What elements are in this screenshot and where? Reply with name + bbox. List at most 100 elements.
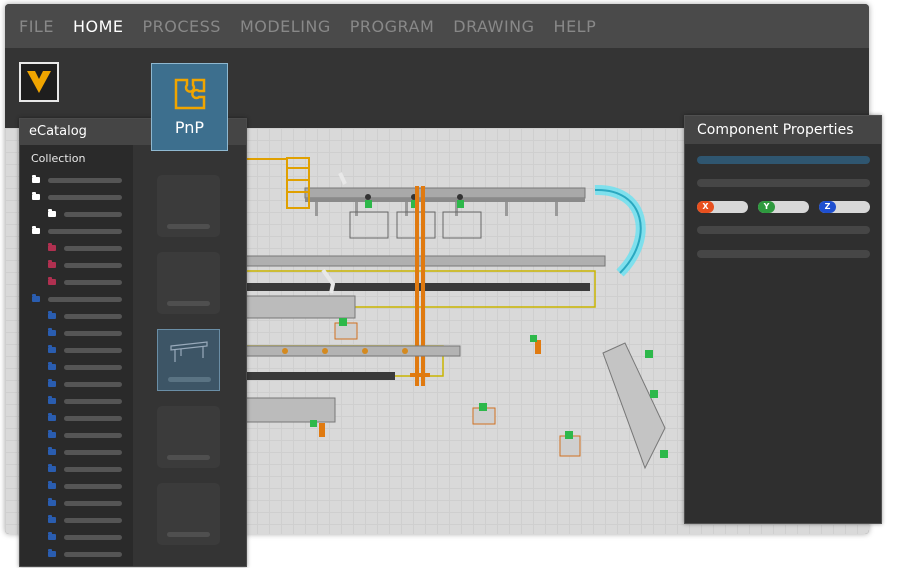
tree-item-label [64,450,122,455]
folder-icon [48,396,56,404]
menu-process[interactable]: PROCESS [143,17,221,36]
folder-icon [48,311,56,319]
pnp-button[interactable]: PnP [151,63,228,151]
tree-item[interactable] [48,345,122,355]
folder-icon [48,243,56,251]
component-properties-panel: Component Properties X Y Z [684,115,882,524]
folder-icon [32,175,40,183]
tree-item-label [64,314,122,319]
property-field[interactable] [697,226,870,234]
folder-icon [48,430,56,438]
tree-item[interactable] [48,311,122,321]
folder-icon [48,277,56,285]
pnp-label: PnP [174,118,205,137]
tree-item-label [64,518,122,523]
tree-item-label [64,399,122,404]
component-tile-label [167,224,210,229]
tree-item[interactable] [48,379,122,389]
tree-item[interactable] [48,396,122,406]
folder-icon [32,192,40,200]
tree-item-label [64,552,122,557]
tree-item-label [64,263,122,268]
tree-item-label [64,365,122,370]
folder-icon [48,515,56,523]
tree-item[interactable] [32,192,122,202]
collection-label: Collection [31,152,86,165]
y-coordinate-field[interactable]: Y [758,201,809,213]
conveyor-icon [170,341,208,362]
menu-drawing[interactable]: DRAWING [453,17,534,36]
ecatalog-panel: eCatalog Collection [19,118,247,567]
menu-program[interactable]: PROGRAM [350,17,434,36]
component-tile-label [167,301,210,306]
folder-icon [48,379,56,387]
property-field[interactable] [697,250,870,258]
folder-icon [48,498,56,506]
component-properties-title: Component Properties [685,116,881,144]
tree-item[interactable] [48,447,122,457]
tree-item[interactable] [48,430,122,440]
z-coordinate-field[interactable]: Z [819,201,870,213]
folder-icon [48,447,56,455]
tree-item-label [64,331,122,336]
folder-icon [32,294,40,302]
collection-tree: Collection [20,145,133,566]
folder-icon [48,481,56,489]
tree-item[interactable] [32,294,122,304]
x-coordinate-field[interactable]: X [697,201,748,213]
component-tile[interactable] [157,252,220,314]
tree-item-label [64,535,122,540]
tree-item-label [64,433,122,438]
menu-file[interactable]: FILE [19,17,54,36]
folder-icon [48,532,56,540]
tree-item[interactable] [48,209,122,219]
folder-icon [48,260,56,268]
folder-icon [48,209,56,217]
component-tile-label [167,455,210,460]
tree-item-label [64,212,122,217]
tree-item-label [64,501,122,506]
component-tile-label [168,377,211,382]
tree-item[interactable] [32,175,122,185]
component-tile-label [167,532,210,537]
component-tile-selected[interactable] [157,329,220,391]
tree-item[interactable] [48,260,122,270]
tree-item-label [48,229,122,234]
tree-item[interactable] [32,226,122,236]
menu-help[interactable]: HELP [554,17,597,36]
tree-item[interactable] [48,515,122,525]
folder-icon [48,549,56,557]
tree-item-label [64,467,122,472]
component-tile[interactable] [157,483,220,545]
tree-item-label [64,382,122,387]
x-axis-badge: X [697,201,714,213]
property-field-selected[interactable] [697,156,870,164]
tree-item[interactable] [48,328,122,338]
tree-item[interactable] [48,243,122,253]
folder-icon [48,328,56,336]
v-logo-icon[interactable] [19,62,59,102]
tree-item-label [64,280,122,285]
tree-item[interactable] [48,362,122,372]
component-tile[interactable] [157,406,220,468]
menu-modeling[interactable]: MODELING [240,17,331,36]
tree-item[interactable] [48,277,122,287]
tree-item-label [48,297,122,302]
tree-item-label [64,416,122,421]
component-grid [133,145,246,566]
tree-item-label [64,348,122,353]
tree-item-label [64,246,122,251]
tree-item[interactable] [48,481,122,491]
menu-home[interactable]: HOME [73,17,124,36]
tree-item[interactable] [48,464,122,474]
component-tile[interactable] [157,175,220,237]
tree-item[interactable] [48,549,122,559]
y-axis-badge: Y [758,201,775,213]
tree-item-label [64,484,122,489]
menu-bar: FILE HOME PROCESS MODELING PROGRAM DRAWI… [5,4,869,48]
puzzle-piece-icon [174,78,205,110]
tree-item[interactable] [48,532,122,542]
tree-item[interactable] [48,498,122,508]
property-field[interactable] [697,179,870,187]
tree-item[interactable] [48,413,122,423]
